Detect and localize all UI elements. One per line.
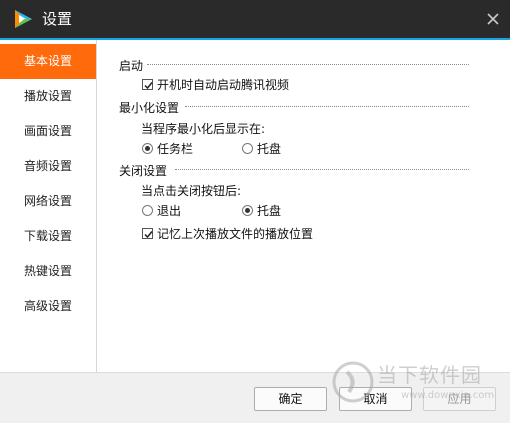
watermark-url: www.downxia.com: [401, 390, 495, 401]
minimize-tray-label[interactable]: 托盘: [257, 142, 281, 156]
checkmark-icon: [144, 82, 153, 90]
site-watermark: 当下软件园 www.downxia.com: [331, 358, 501, 413]
settings-content: 启动 开机时自动启动腾讯视频 最小化设置 当程序最小化后显示在: 任务栏 托盘 …: [97, 40, 510, 372]
tencent-video-logo-icon: [15, 10, 32, 28]
checkmark-icon: [144, 231, 153, 239]
ok-button[interactable]: 确定: [254, 387, 327, 411]
minimize-taskbar-label[interactable]: 任务栏: [157, 142, 193, 156]
window-title: 设置: [42, 10, 73, 28]
minimize-prompt: 当程序最小化后显示在:: [141, 122, 266, 136]
close-exit-radio[interactable]: [142, 205, 153, 216]
close-section-title: 关闭设置: [119, 164, 168, 178]
sidebar-item-advanced[interactable]: 高级设置: [0, 289, 96, 324]
watermark-logo-icon: [332, 361, 374, 403]
sidebar-item-hotkey[interactable]: 热键设置: [0, 254, 96, 289]
close-tray-radio[interactable]: [242, 205, 253, 216]
minimize-section-title: 最小化设置: [119, 101, 180, 115]
sidebar-item-audio[interactable]: 音频设置: [0, 149, 96, 184]
section-divider: [185, 106, 469, 107]
settings-sidebar: 基本设置 播放设置 画面设置 音频设置 网络设置 下载设置 热键设置 高级设置: [0, 40, 97, 372]
sidebar-item-download[interactable]: 下载设置: [0, 219, 96, 254]
close-icon[interactable]: [484, 10, 502, 28]
title-bar: 设置: [0, 0, 510, 38]
close-exit-label[interactable]: 退出: [157, 204, 181, 218]
close-tray-label[interactable]: 托盘: [257, 204, 281, 218]
remember-position-checkbox[interactable]: [142, 228, 153, 239]
sidebar-item-network[interactable]: 网络设置: [0, 184, 96, 219]
startup-section-title: 启动: [119, 59, 144, 73]
close-prompt: 当点击关闭按钮后:: [141, 184, 242, 198]
remember-position-label[interactable]: 记忆上次播放文件的播放位置: [157, 227, 313, 241]
section-divider: [175, 169, 469, 170]
sidebar-item-picture[interactable]: 画面设置: [0, 114, 96, 149]
autostart-checkbox[interactable]: [142, 79, 153, 90]
autostart-label[interactable]: 开机时自动启动腾讯视频: [157, 78, 289, 92]
minimize-taskbar-radio[interactable]: [142, 143, 153, 154]
watermark-text: 当下软件园: [377, 363, 482, 387]
section-divider: [147, 64, 469, 65]
sidebar-item-basic[interactable]: 基本设置: [0, 44, 96, 79]
sidebar-item-playback[interactable]: 播放设置: [0, 79, 96, 114]
minimize-tray-radio[interactable]: [242, 143, 253, 154]
